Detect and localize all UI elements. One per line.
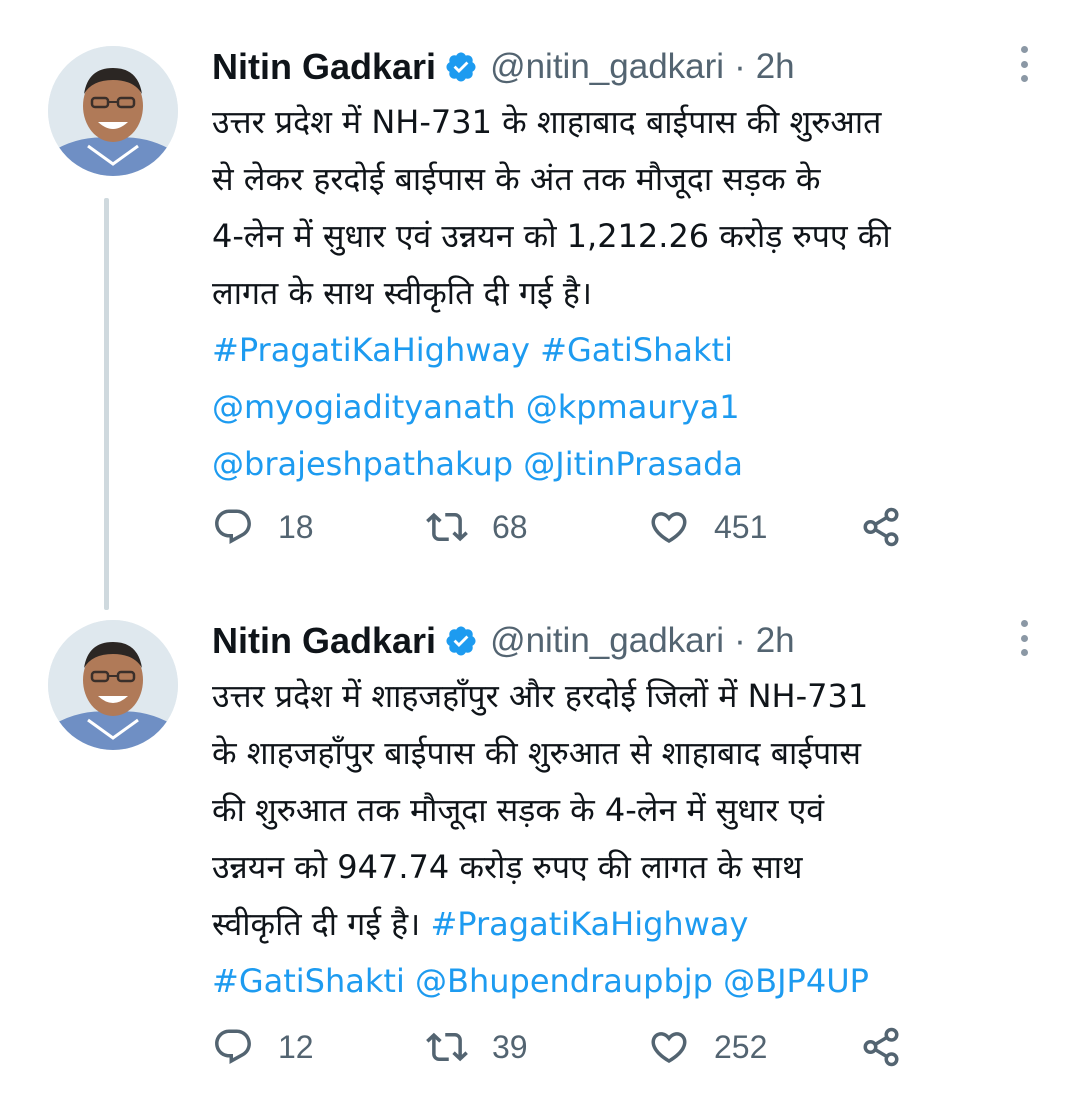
tweet-text: उत्तर प्रदेश में NH-731 के शाहाबाद बाईपा…	[212, 94, 1052, 493]
more-vertical-icon[interactable]	[1012, 44, 1036, 84]
tweet-text-segment	[530, 331, 540, 369]
tweet-text-segment	[513, 445, 523, 483]
tweet-timestamp[interactable]: 2h	[756, 47, 795, 87]
tweet-text-segment: उत्तर प्रदेश में शाहजहाँपुर और हरदोई जिल…	[212, 677, 869, 715]
share-icon	[863, 1027, 899, 1067]
tweet-header: Nitin Gadkari @nitin_gadkari · 2h	[212, 44, 795, 90]
tweet-text-line: की शुरुआत तक मौजूदा सड़क के 4-लेन में सु…	[212, 782, 1052, 839]
author-name[interactable]: Nitin Gadkari	[212, 46, 436, 88]
tweet-text-segment: उन्नयन को 947.74 करोड़ रुपए की लागत के स…	[212, 848, 803, 886]
tweet-text-segment: लागत के साथ स्वीकृति दी गई है।	[212, 274, 592, 312]
author-handle[interactable]: @nitin_gadkari	[490, 47, 724, 87]
tweet-text-line: #GatiShakti @Bhupendraupbjp @BJP4UP	[212, 953, 1052, 1010]
tweet-text-segment	[713, 962, 723, 1000]
heart-icon	[651, 1032, 687, 1064]
retweet-count: 68	[492, 508, 528, 545]
like-button[interactable]: 451	[648, 502, 767, 552]
tweet-text-line: से लेकर हरदोई बाईपास के अंत तक मौजूदा सड…	[212, 151, 1052, 208]
tweet-text-line: उन्नयन को 947.74 करोड़ रुपए की लागत के स…	[212, 839, 1052, 896]
tweet-timestamp[interactable]: 2h	[756, 621, 795, 661]
retweet-icon	[426, 1032, 468, 1062]
author-handle[interactable]: @nitin_gadkari	[490, 621, 724, 661]
avatar-photo	[48, 46, 178, 176]
tweet-text-line: स्वीकृति दी गई है। #PragatiKaHighway	[212, 896, 1052, 953]
tweet-text-line: 4-लेन में सुधार एवं उन्नयन को 1,212.26 क…	[212, 208, 1052, 265]
like-button[interactable]: 252	[648, 1022, 767, 1072]
tweet-text-segment: 4-लेन में सुधार एवं उन्नयन को 1,212.26 क…	[212, 217, 891, 255]
share-button[interactable]	[860, 1022, 902, 1072]
retweet-count: 39	[492, 1028, 528, 1065]
tweet-text-segment: स्वीकृति दी गई है।	[212, 905, 431, 943]
tweet-text-segment: की शुरुआत तक मौजूदा सड़क के 4-लेन में सु…	[212, 791, 825, 829]
like-count: 252	[714, 1028, 768, 1065]
tweet-text-line: उत्तर प्रदेश में NH-731 के शाहाबाद बाईपा…	[212, 94, 1052, 151]
reply-button[interactable]: 12	[212, 1022, 314, 1072]
avatar[interactable]	[48, 46, 178, 176]
separator-dot: ·	[734, 47, 746, 86]
tweet-text: उत्तर प्रदेश में शाहजहाँपुर और हरदोई जिल…	[212, 668, 1052, 1010]
hashtag-link[interactable]: #GatiShakti	[540, 331, 733, 369]
mention-link[interactable]: @myogiadityanath	[212, 388, 516, 426]
tweet-text-segment: से लेकर हरदोई बाईपास के अंत तक मौजूदा सड…	[212, 160, 821, 198]
retweet-button[interactable]: 39	[426, 1022, 528, 1072]
tweet-text-line: के शाहजहाँपुर बाईपास की शुरुआत से शाहाबा…	[212, 725, 1052, 782]
hashtag-link[interactable]: #PragatiKaHighway	[430, 905, 748, 943]
tweet-text-segment: के शाहजहाँपुर बाईपास की शुरुआत से शाहाबा…	[212, 734, 862, 772]
reply-icon	[215, 509, 251, 544]
heart-icon	[651, 512, 687, 544]
like-count: 451	[714, 508, 768, 545]
share-button[interactable]	[860, 502, 902, 552]
mention-link[interactable]: @BJP4UP	[723, 962, 869, 1000]
hashtag-link[interactable]: #GatiShakti	[212, 962, 405, 1000]
mention-link[interactable]: @JitinPrasada	[523, 445, 743, 483]
retweet-button[interactable]: 68	[426, 502, 528, 552]
reply-icon	[215, 1029, 251, 1064]
avatar-photo	[48, 620, 178, 750]
reply-count: 12	[278, 1028, 314, 1065]
tweet-text-line: लागत के साथ स्वीकृति दी गई है।	[212, 265, 1052, 322]
tweet-text-segment	[516, 388, 526, 426]
more-vertical-icon[interactable]	[1012, 618, 1036, 658]
tweet-text-segment	[405, 962, 415, 1000]
thread-connector-line	[104, 198, 109, 610]
reply-count: 18	[278, 508, 314, 545]
verified-badge-icon	[444, 50, 478, 84]
hashtag-link[interactable]: #PragatiKaHighway	[212, 331, 530, 369]
author-name[interactable]: Nitin Gadkari	[212, 620, 436, 662]
tweet-header: Nitin Gadkari @nitin_gadkari · 2h	[212, 618, 795, 664]
share-icon	[863, 507, 899, 547]
mention-link[interactable]: @brajeshpathakup	[212, 445, 513, 483]
avatar[interactable]	[48, 620, 178, 750]
tweet-text-line: उत्तर प्रदेश में शाहजहाँपुर और हरदोई जिल…	[212, 668, 1052, 725]
mention-link[interactable]: @Bhupendraupbjp	[415, 962, 713, 1000]
mention-link[interactable]: @kpmaurya1	[526, 388, 740, 426]
reply-button[interactable]: 18	[212, 502, 314, 552]
retweet-icon	[426, 512, 468, 542]
tweet-text-segment: उत्तर प्रदेश में NH-731 के शाहाबाद बाईपा…	[212, 103, 882, 141]
tweet-text-line: @myogiadityanath @kpmaurya1	[212, 379, 1052, 436]
tweet-text-line: @brajeshpathakup @JitinPrasada	[212, 436, 1052, 493]
verified-badge-icon	[444, 624, 478, 658]
separator-dot: ·	[734, 621, 746, 660]
tweet-text-line: #PragatiKaHighway #GatiShakti	[212, 322, 1052, 379]
